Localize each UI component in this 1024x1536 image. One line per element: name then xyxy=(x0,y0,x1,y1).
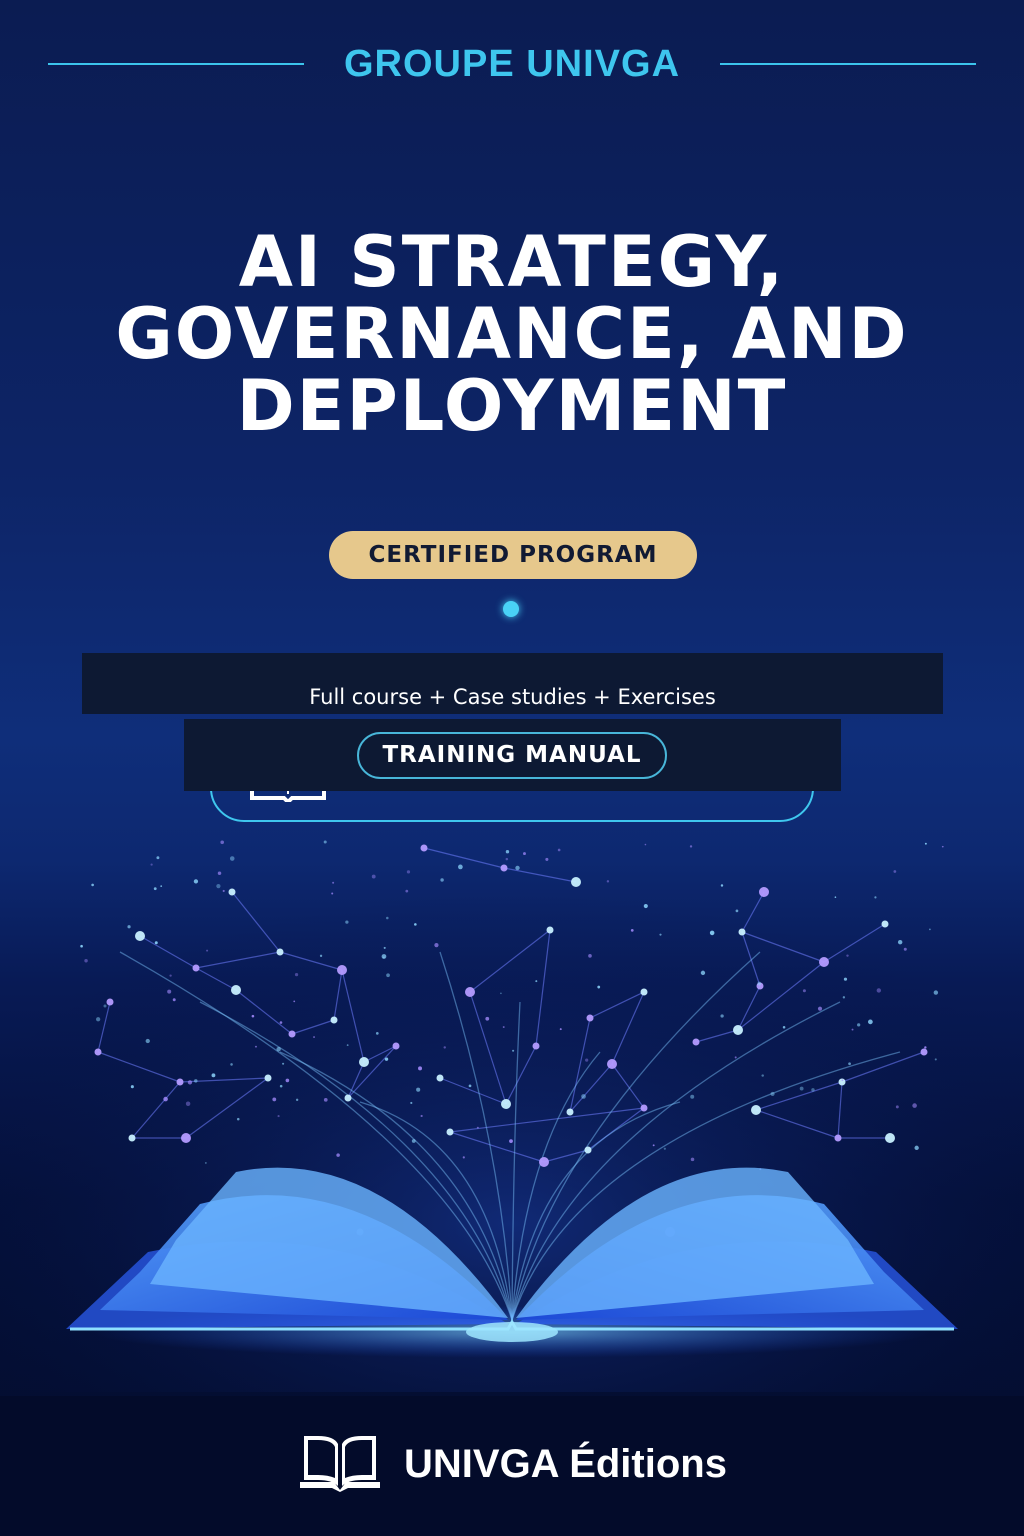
title-line: GOVERNANCE, AND xyxy=(115,293,909,375)
format-pill: TRAINING MANUAL xyxy=(357,732,667,779)
title-line: DEPLOYMENT xyxy=(236,365,788,447)
footer: UNIVGA Éditions xyxy=(0,1396,1024,1536)
publisher-name: UNIVGA Éditions xyxy=(404,1442,727,1486)
book-title: AI STRATEGY, GOVERNANCE, AND DEPLOYMENT xyxy=(40,226,984,442)
subtitle: Full course + Case studies + Exercises xyxy=(309,685,716,709)
open-book-illustration xyxy=(0,832,1024,1392)
book-icon xyxy=(300,1436,380,1492)
separator-dot xyxy=(503,601,519,617)
certified-badge: CERTIFIED PROGRAM xyxy=(329,531,697,579)
book-cover: GROUPE UNIVGA AI STRATEGY, GOVERNANCE, A… xyxy=(0,0,1024,1536)
title-line: AI STRATEGY, xyxy=(238,221,786,303)
header: GROUPE UNIVGA xyxy=(48,38,976,90)
brand-name: GROUPE UNIVGA xyxy=(343,43,681,85)
